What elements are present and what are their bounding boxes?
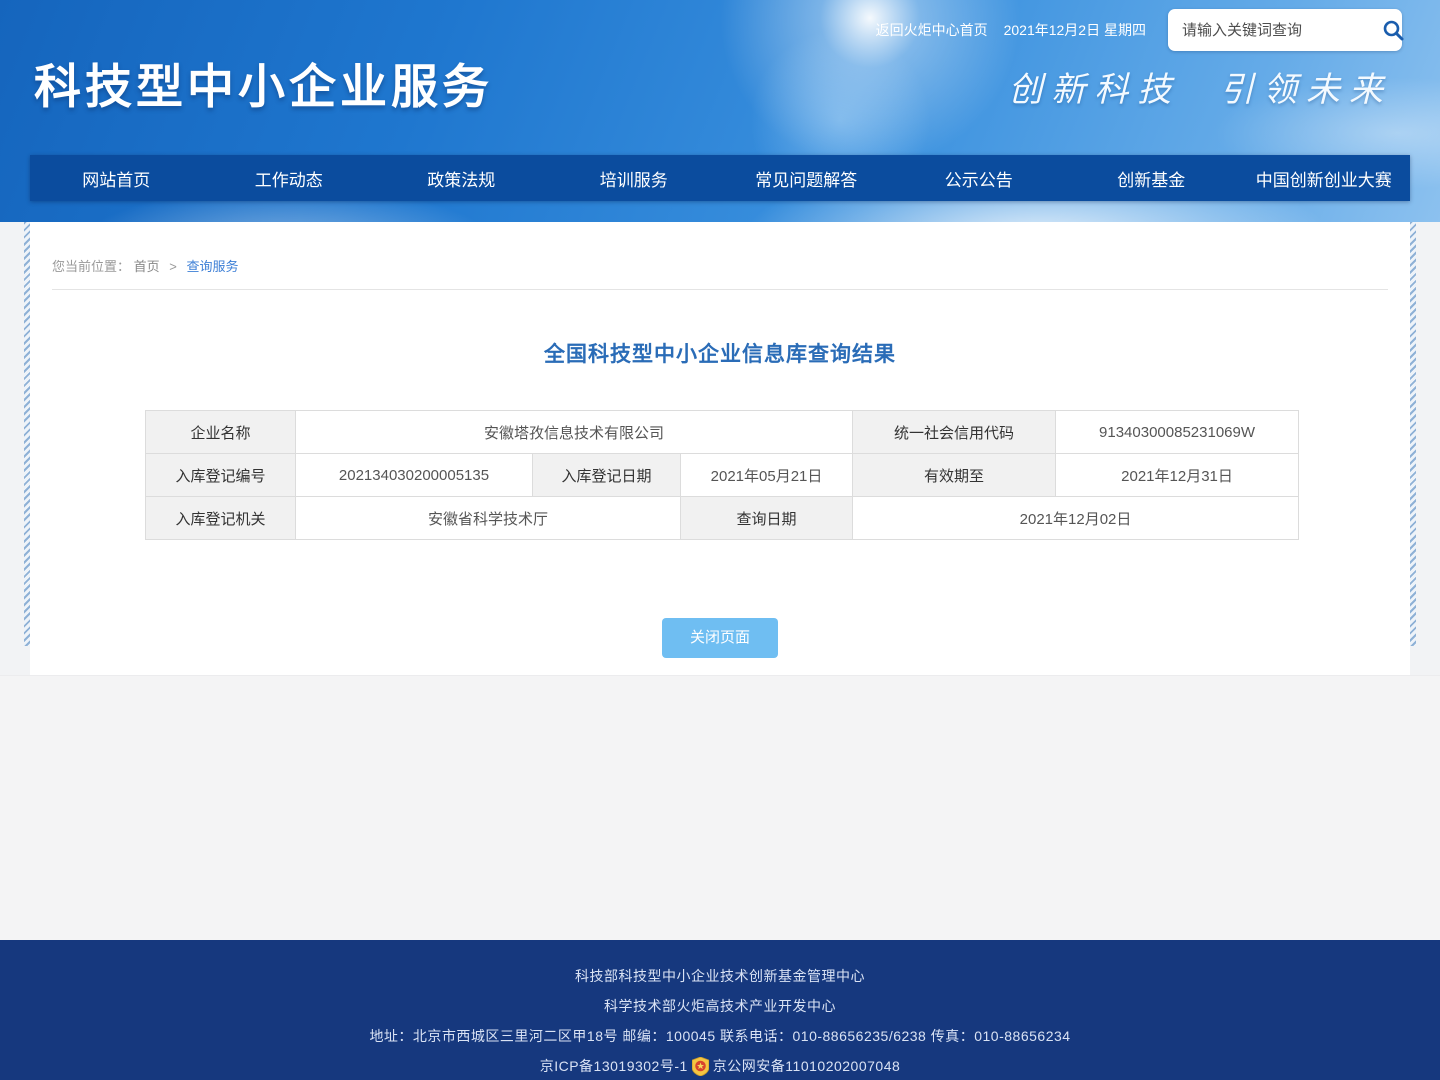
query-result-table: 企业名称 安徽塔孜信息技术有限公司 统一社会信用代码 9134030008523… (145, 410, 1299, 540)
main-navigation: 网站首页 工作动态 政策法规 培训服务 常见问题解答 公示公告 创新基金 中国创… (30, 155, 1410, 201)
registration-date-label: 入库登记日期 (533, 454, 681, 497)
registration-date-value: 2021年05月21日 (681, 454, 853, 497)
icp-record-link[interactable]: 京ICP备13019302号-1 (540, 1056, 688, 1077)
police-badge-icon (692, 1057, 709, 1076)
registration-number-label: 入库登记编号 (146, 454, 296, 497)
company-name-value: 安徽塔孜信息技术有限公司 (296, 411, 853, 454)
table-row: 入库登记编号 202134030200005135 入库登记日期 2021年05… (146, 454, 1299, 497)
breadcrumb: 您当前位置： 首页 > 查询服务 (30, 222, 1410, 275)
panel-stripe-left (24, 222, 30, 646)
close-page-button[interactable]: 关闭页面 (662, 618, 778, 658)
credit-code-value: 91340300085231069W (1056, 411, 1299, 454)
return-torch-home-link[interactable]: 返回火炬中心首页 (876, 20, 988, 40)
query-date-label: 查询日期 (681, 497, 853, 540)
search-box[interactable] (1168, 9, 1402, 51)
footer-address: 地址：北京市西城区三里河二区甲18号 邮编：100045 联系电话：010-88… (369, 1026, 1070, 1047)
nav-item-innovation-fund[interactable]: 创新基金 (1065, 155, 1238, 201)
search-input[interactable] (1182, 22, 1381, 39)
table-row: 企业名称 安徽塔孜信息技术有限公司 统一社会信用代码 9134030008523… (146, 411, 1299, 454)
company-name-label: 企业名称 (146, 411, 296, 454)
police-record-link[interactable]: 京公网安备11010202007048 (713, 1056, 900, 1077)
valid-until-value: 2021年12月31日 (1056, 454, 1299, 497)
current-date: 2021年12月2日 星期四 (1004, 20, 1146, 40)
query-date-value: 2021年12月02日 (853, 497, 1299, 540)
site-header: 返回火炬中心首页 2021年12月2日 星期四 科技型中小企业服务 创新科技 引… (0, 0, 1440, 222)
footer-org1: 科技部科技型中小企业技术创新基金管理中心 (575, 966, 865, 987)
panel-stripe-right (1410, 222, 1416, 646)
breadcrumb-divider (52, 289, 1388, 290)
credit-code-label: 统一社会信用代码 (853, 411, 1056, 454)
nav-item-competition[interactable]: 中国创新创业大赛 (1238, 155, 1411, 201)
registration-authority-label: 入库登记机关 (146, 497, 296, 540)
nav-item-policies[interactable]: 政策法规 (375, 155, 548, 201)
breadcrumb-separator: > (169, 259, 177, 274)
registration-number-value: 202134030200005135 (296, 454, 533, 497)
breadcrumb-prefix: 您当前位置： (52, 259, 130, 274)
lower-spacer (0, 675, 1440, 940)
breadcrumb-home-link[interactable]: 首页 (134, 259, 160, 274)
nav-item-work-news[interactable]: 工作动态 (203, 155, 376, 201)
site-logo-title: 科技型中小企业服务 (34, 48, 493, 117)
site-footer: 科技部科技型中小企业技术创新基金管理中心 科学技术部火炬高技术产业开发中心 地址… (0, 940, 1440, 1080)
nav-item-training[interactable]: 培训服务 (548, 155, 721, 201)
table-row: 入库登记机关 安徽省科学技术厅 查询日期 2021年12月02日 (146, 497, 1299, 540)
content-wrapper: 您当前位置： 首页 > 查询服务 全国科技型中小企业信息库查询结果 企业名称 安… (30, 222, 1410, 675)
magnifier-icon[interactable] (1381, 18, 1405, 42)
breadcrumb-current-link[interactable]: 查询服务 (187, 259, 239, 274)
site-slogan: 创新科技 引领未来 (1008, 62, 1392, 111)
nav-item-announcements[interactable]: 公示公告 (893, 155, 1066, 201)
footer-org2: 科学技术部火炬高技术产业开发中心 (604, 996, 836, 1017)
result-page-title: 全国科技型中小企业信息库查询结果 (30, 338, 1410, 368)
content-panel: 您当前位置： 首页 > 查询服务 全国科技型中小企业信息库查询结果 企业名称 安… (30, 222, 1410, 675)
nav-item-faq[interactable]: 常见问题解答 (720, 155, 893, 201)
footer-record-links: 京ICP备13019302号-1 京公网安备11010202007048 (540, 1056, 901, 1077)
nav-item-home[interactable]: 网站首页 (30, 155, 203, 201)
valid-until-label: 有效期至 (853, 454, 1056, 497)
button-row: 关闭页面 (30, 618, 1410, 658)
registration-authority-value: 安徽省科学技术厅 (296, 497, 681, 540)
